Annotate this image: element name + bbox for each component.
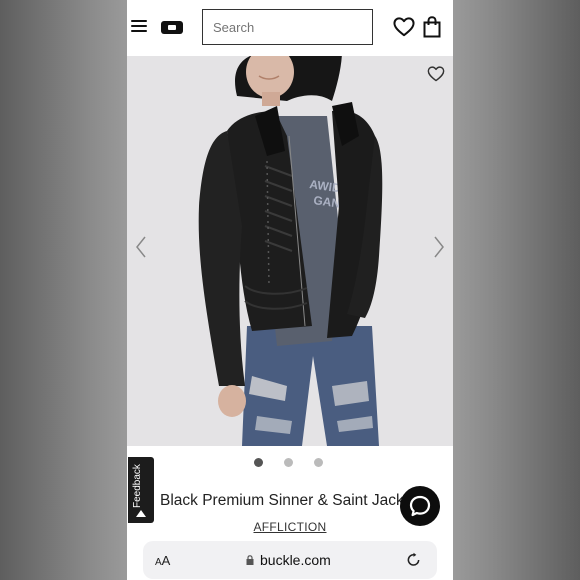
feedback-tab[interactable]: Feedback xyxy=(128,457,154,523)
product-image-carousel[interactable]: AWID GAN xyxy=(127,56,453,446)
heart-outline-icon[interactable] xyxy=(427,66,445,82)
carousel-dot-active[interactable] xyxy=(254,458,263,467)
site-header xyxy=(127,0,453,56)
shopping-bag-icon[interactable] xyxy=(423,16,441,38)
hamburger-menu-icon[interactable] xyxy=(131,19,147,33)
text-size-button[interactable]: AA xyxy=(155,553,170,568)
product-photo: AWID GAN xyxy=(127,56,453,446)
mobile-browser-viewport: AWID GAN xyxy=(127,0,453,580)
lock-icon xyxy=(246,555,254,565)
search-input[interactable] xyxy=(202,9,373,45)
browser-address-bar[interactable]: AA buckle.com xyxy=(143,541,437,579)
carousel-dot[interactable] xyxy=(284,458,293,467)
carousel-dot[interactable] xyxy=(314,458,323,467)
triangle-up-icon xyxy=(136,510,146,517)
url-text[interactable]: buckle.com xyxy=(260,552,331,568)
chat-button[interactable] xyxy=(400,486,440,526)
chevron-left-icon[interactable] xyxy=(135,236,147,258)
background-right-blur xyxy=(453,0,580,580)
reload-icon[interactable] xyxy=(406,552,421,567)
background-left-blur xyxy=(0,0,127,580)
buckle-logo-icon[interactable] xyxy=(161,21,183,34)
product-title: Black Premium Sinner & Saint Jacket xyxy=(160,492,417,509)
carousel-indicator xyxy=(127,455,453,467)
chevron-right-icon[interactable] xyxy=(433,236,445,258)
heart-icon[interactable] xyxy=(393,17,415,37)
chat-bubble-icon xyxy=(409,495,431,517)
feedback-label: Feedback xyxy=(132,464,143,508)
